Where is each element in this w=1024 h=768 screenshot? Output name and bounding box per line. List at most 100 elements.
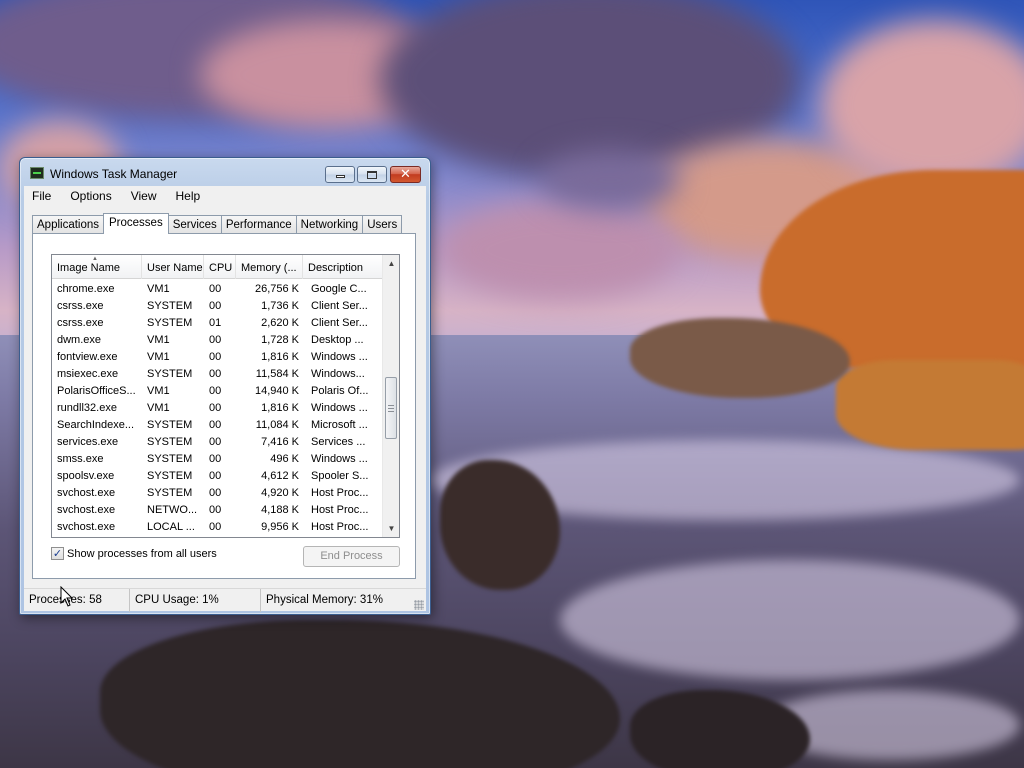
- table-row[interactable]: csrss.exe SYSTEM 00 1,736 K Client Ser...: [52, 298, 383, 315]
- tab-processes[interactable]: Processes: [103, 213, 169, 234]
- table-row[interactable]: svchost.exe NETWO... 00 4,188 K Host Proc...: [52, 502, 383, 519]
- table-row[interactable]: csrss.exe SYSTEM 01 2,620 K Client Ser...: [52, 315, 383, 332]
- tab-applications[interactable]: Applications: [32, 215, 105, 234]
- cell-description: Polaris Of...: [311, 385, 369, 397]
- table-row[interactable]: svchost.exe LOCAL ... 00 9,956 K Host Proc..…: [52, 519, 383, 536]
- menu-help[interactable]: Help: [174, 189, 203, 203]
- cell-image-name: chrome.exe: [57, 283, 115, 295]
- column-label: User Name: [147, 262, 203, 274]
- table-row[interactable]: fontview.exe VM1 00 1,816 K Windows ...: [52, 349, 383, 366]
- cell-image-name: PolarisOfficeS...: [57, 385, 136, 397]
- status-bar: Processes: 58 CPU Usage: 1% Physical Mem…: [24, 588, 426, 612]
- column-label: Memory (...: [241, 262, 297, 274]
- cell-memory: 11,084 K: [255, 419, 299, 431]
- column-memory[interactable]: Memory (...: [236, 255, 303, 279]
- sort-ascending-icon: ▲: [92, 256, 98, 262]
- cell-image-name: csrss.exe: [57, 300, 104, 312]
- tab-networking[interactable]: Networking: [295, 215, 364, 234]
- cell-description: Host Proc...: [311, 521, 369, 533]
- cell-memory: 1,816 K: [261, 351, 299, 363]
- column-label: Image Name: [57, 262, 120, 274]
- table-row[interactable]: PolarisOfficeS... VM1 00 14,940 K Polaris Of…: [52, 383, 383, 400]
- cell-cpu: 00: [209, 351, 222, 363]
- cell-image-name: fontview.exe: [57, 351, 118, 363]
- cell-user-name: SYSTEM: [147, 300, 193, 312]
- scroll-up-arrow-icon[interactable]: ▲: [383, 255, 399, 272]
- table-row[interactable]: rundll32.exe VM1 00 1,816 K Windows ...: [52, 400, 383, 417]
- menu-file[interactable]: File: [30, 189, 53, 203]
- cell-user-name: VM1: [147, 402, 170, 414]
- cell-image-name: svchost.exe: [57, 487, 116, 499]
- tab-performance[interactable]: Performance: [220, 215, 297, 234]
- column-image-name[interactable]: ▲ Image Name: [52, 255, 142, 279]
- cell-user-name: SYSTEM: [147, 368, 193, 380]
- cell-user-name: SYSTEM: [147, 436, 193, 448]
- cell-memory: 7,416 K: [261, 436, 299, 448]
- column-label: Description: [308, 262, 364, 274]
- status-cpu-usage: CPU Usage: 1%: [130, 589, 261, 612]
- cloud: [440, 200, 680, 300]
- show-all-users-label[interactable]: Show processes from all users: [67, 548, 217, 560]
- menu-options[interactable]: Options: [68, 189, 113, 203]
- table-row[interactable]: msiexec.exe SYSTEM 00 11,584 K Windows...: [52, 366, 383, 383]
- cell-cpu: 00: [209, 453, 222, 465]
- cell-cpu: 00: [209, 436, 222, 448]
- cell-user-name: VM1: [147, 351, 170, 363]
- process-list[interactable]: ▲ Image Name User Name CPU Memory (... D…: [51, 254, 400, 538]
- menu-view[interactable]: View: [129, 189, 159, 203]
- cell-cpu: 00: [209, 368, 222, 380]
- resize-grip-icon[interactable]: [414, 600, 424, 610]
- cell-memory: 496 K: [270, 453, 299, 465]
- scroll-down-arrow-icon[interactable]: ▼: [383, 520, 399, 537]
- tab-services[interactable]: Services: [167, 215, 222, 234]
- cell-description: Spooler S...: [311, 470, 369, 482]
- cell-user-name: VM1: [147, 283, 170, 295]
- table-row[interactable]: svchost.exe SYSTEM 00 4,920 K Host Proc...: [52, 485, 383, 502]
- cell-user-name: VM1: [147, 385, 170, 397]
- table-row[interactable]: SearchIndexe... SYSTEM 00 11,084 K Microsoft…: [52, 417, 383, 434]
- table-row[interactable]: spoolsv.exe SYSTEM 00 4,612 K Spooler S...: [52, 468, 383, 485]
- minimize-button[interactable]: [325, 166, 355, 183]
- cell-memory: 1,728 K: [261, 334, 299, 346]
- cell-memory: 4,188 K: [261, 504, 299, 516]
- show-all-users-checkbox[interactable]: ✓: [51, 547, 64, 560]
- title-bar[interactable]: Windows Task Manager ✕: [20, 158, 430, 186]
- process-list-header: ▲ Image Name User Name CPU Memory (... D…: [52, 255, 383, 279]
- cell-cpu: 00: [209, 521, 222, 533]
- cell-user-name: SYSTEM: [147, 419, 193, 431]
- cell-cpu: 00: [209, 334, 222, 346]
- task-manager-window[interactable]: Windows Task Manager ✕ File Options View…: [19, 157, 431, 615]
- maximize-button[interactable]: [357, 166, 387, 183]
- cell-memory: 14,940 K: [254, 385, 299, 397]
- wave-foam: [560, 560, 1020, 680]
- table-row[interactable]: dwm.exe VM1 00 1,728 K Desktop ...: [52, 332, 383, 349]
- scrollbar-thumb[interactable]: [385, 377, 397, 439]
- table-row[interactable]: services.exe SYSTEM 00 7,416 K Services ...: [52, 434, 383, 451]
- column-user-name[interactable]: User Name: [142, 255, 204, 279]
- cell-user-name: SYSTEM: [147, 487, 193, 499]
- close-button[interactable]: ✕: [390, 166, 421, 183]
- cliff: [836, 360, 1024, 450]
- cell-cpu: 00: [209, 419, 222, 431]
- table-row[interactable]: smss.exe SYSTEM 00 496 K Windows ...: [52, 451, 383, 468]
- cell-description: Google C...: [311, 283, 367, 295]
- column-cpu[interactable]: CPU: [204, 255, 236, 279]
- status-physical-memory-text: Physical Memory: 31%: [266, 594, 383, 606]
- cell-image-name: csrss.exe: [57, 317, 104, 329]
- show-all-users-option[interactable]: ✓ Show processes from all users: [51, 547, 217, 560]
- mouse-cursor-icon: [60, 586, 74, 607]
- table-row[interactable]: chrome.exe VM1 00 26,756 K Google C...: [52, 281, 383, 298]
- cell-image-name: rundll32.exe: [57, 402, 117, 414]
- cell-cpu: 00: [209, 504, 222, 516]
- cloud: [540, 150, 680, 210]
- cell-description: Desktop ...: [311, 334, 364, 346]
- end-process-button[interactable]: End Process: [303, 546, 400, 567]
- vertical-scrollbar[interactable]: ▲ ▼: [382, 255, 399, 537]
- cell-description: Windows ...: [311, 402, 368, 414]
- cell-cpu: 01: [209, 317, 222, 329]
- tab-users[interactable]: Users: [362, 215, 403, 234]
- column-description[interactable]: Description: [303, 255, 383, 279]
- cell-description: Services ...: [311, 436, 366, 448]
- column-label: CPU: [209, 262, 233, 274]
- process-rows: chrome.exe VM1 00 26,756 K Google C... csrss.…: [52, 281, 383, 536]
